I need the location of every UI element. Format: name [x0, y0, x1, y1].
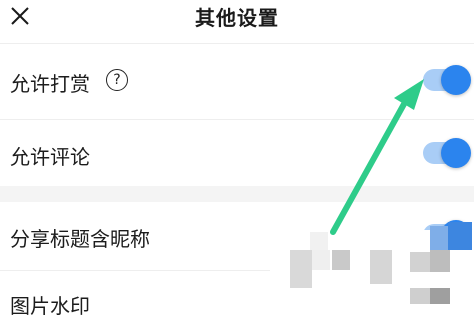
setting-label-allow-comments: 允许评论 [10, 145, 90, 169]
header-divider [0, 43, 474, 44]
setting-label-allow-reward: 允许打赏 [10, 72, 90, 96]
header-bar: 其他设置 [0, 0, 474, 38]
toggle-knob [441, 138, 471, 168]
page-title: 其他设置 [195, 6, 279, 30]
setting-label-image-watermark: 图片水印 [10, 294, 90, 318]
row-divider [0, 119, 474, 120]
setting-label-share-title-nickname: 分享标题含昵称 [10, 227, 150, 251]
help-icon[interactable]: ? [106, 69, 128, 91]
section-separator [0, 186, 474, 202]
toggle-allow-comments[interactable] [423, 138, 471, 168]
toggle-allow-reward[interactable] [423, 65, 471, 95]
toggle-knob [441, 65, 471, 95]
